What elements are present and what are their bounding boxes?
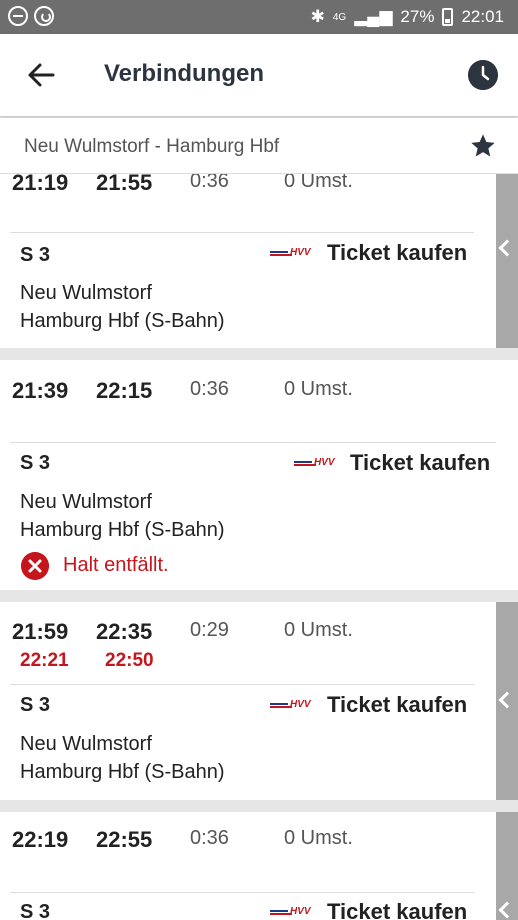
line-label: S 3 — [20, 244, 51, 266]
chevron-left-icon — [498, 691, 516, 709]
divider — [10, 232, 474, 233]
chevron-left-icon — [498, 239, 516, 257]
duration: 0:36 — [190, 827, 229, 849]
app-bar: Verbindungen — [0, 34, 518, 116]
destination-stop: Hamburg Hbf (S-Bahn) — [20, 519, 225, 541]
page-title: Verbindungen — [104, 60, 265, 87]
hvv-text: HVV — [290, 906, 312, 916]
changes: 0 Umst. — [284, 378, 353, 400]
status-bar: ✱ 4G ▂▄▆ 27% 22:01 — [0, 0, 518, 34]
buy-ticket-link[interactable]: Ticket kaufen — [327, 240, 467, 266]
expand-tab[interactable] — [496, 602, 518, 800]
expand-tab[interactable] — [496, 174, 518, 348]
favorite-star-icon[interactable] — [469, 132, 497, 160]
origin-stop: Neu Wulmstorf — [20, 491, 152, 513]
cancel-icon — [21, 552, 49, 580]
signal-icon: ▂▄▆ — [354, 7, 393, 26]
arrival-time: 22:35 — [96, 619, 153, 644]
divider — [10, 892, 474, 893]
line-label: S 3 — [20, 452, 51, 474]
hvv-text: HVV — [290, 247, 312, 257]
arrival-time: 22:55 — [96, 827, 153, 852]
do-not-disturb-icon — [8, 6, 28, 26]
chevron-left-icon — [498, 901, 516, 919]
changes: 0 Umst. — [284, 619, 353, 641]
back-arrow-icon[interactable] — [26, 60, 56, 90]
buy-ticket-link[interactable]: Ticket kaufen — [327, 899, 467, 920]
buy-ticket-link[interactable]: Ticket kaufen — [350, 450, 490, 476]
arrival-time: 22:15 — [96, 378, 153, 403]
destination-stop: Hamburg Hbf (S-Bahn) — [20, 310, 225, 332]
departure-time: 21:39 — [12, 378, 69, 403]
departure-time: 22:19 — [12, 827, 69, 852]
line-label: S 3 — [20, 901, 51, 920]
route-label: Neu Wulmstorf - Hamburg Hbf — [24, 136, 280, 157]
origin-stop: Neu Wulmstorf — [20, 733, 152, 755]
battery-icon — [442, 8, 454, 26]
hvv-text: HVV — [314, 457, 336, 467]
route-bar: Neu Wulmstorf - Hamburg Hbf — [0, 118, 518, 174]
buy-ticket-link[interactable]: Ticket kaufen — [327, 692, 467, 718]
departure-time: 21:19 — [12, 174, 69, 195]
whatsapp-icon — [34, 6, 54, 26]
connection-card[interactable]: 21:19 21:55 0:36 0 Umst. S 3 HVV Ticket … — [0, 174, 518, 348]
changes: 0 Umst. — [284, 827, 353, 849]
departure-time: 21:59 — [12, 619, 69, 644]
arrival-delay: 22:50 — [105, 650, 154, 671]
battery-percent: 27% — [400, 7, 435, 26]
connection-list[interactable]: 21:19 21:55 0:36 0 Umst. S 3 HVV Ticket … — [0, 174, 518, 920]
changes: 0 Umst. — [284, 174, 353, 192]
arrival-time: 21:55 — [96, 174, 153, 195]
cancellation-notice: Halt entfällt. — [63, 554, 169, 576]
duration: 0:36 — [190, 378, 229, 400]
hvv-logo-icon: HVV — [270, 906, 312, 916]
hvv-logo-icon: HVV — [270, 699, 312, 709]
hvv-text: HVV — [290, 699, 312, 709]
departure-delay: 22:21 — [20, 650, 69, 671]
clock-icon[interactable] — [468, 60, 498, 90]
bluetooth-icon: ✱ — [310, 7, 325, 26]
expand-tab[interactable] — [496, 812, 518, 920]
hvv-logo-icon: HVV — [294, 457, 336, 467]
connection-card[interactable]: 21:39 22:15 0:36 0 Umst. S 3 HVV Ticket … — [0, 360, 518, 590]
origin-stop: Neu Wulmstorf — [20, 282, 152, 304]
clock-time: 22:01 — [461, 7, 504, 26]
connection-card[interactable]: 22:19 22:55 0:36 0 Umst. S 3 HVV Ticket … — [0, 812, 518, 920]
divider — [10, 684, 474, 685]
divider — [10, 442, 496, 443]
connection-card[interactable]: 21:59 22:35 0:29 0 Umst. 22:21 22:50 S 3… — [0, 602, 518, 800]
network-type: 4G — [332, 11, 347, 23]
hvv-logo-icon: HVV — [270, 247, 312, 257]
destination-stop: Hamburg Hbf (S-Bahn) — [20, 761, 225, 783]
line-label: S 3 — [20, 694, 51, 716]
duration: 0:36 — [190, 174, 229, 192]
duration: 0:29 — [190, 619, 229, 641]
